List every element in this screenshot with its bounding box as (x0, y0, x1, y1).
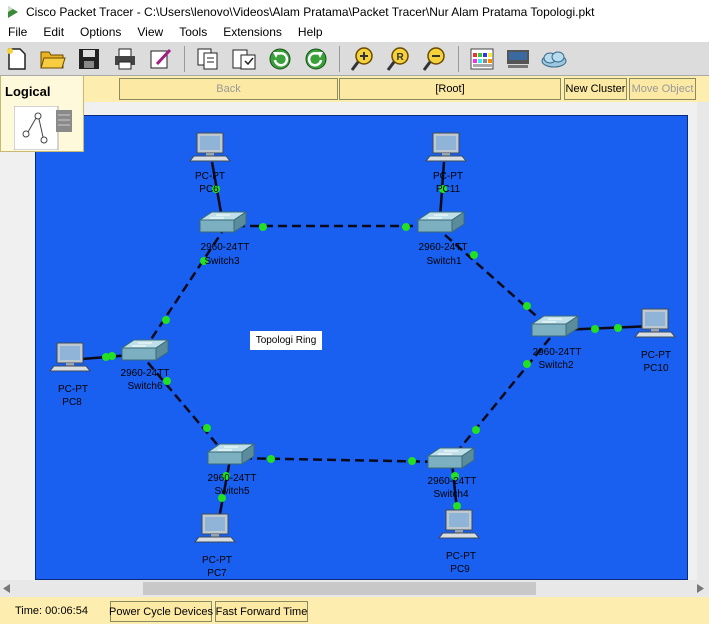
pc8[interactable]: PC-PT PC8 (49, 342, 91, 408)
link-light (408, 457, 416, 465)
device-model-label: PC-PT (202, 555, 232, 566)
pc10[interactable]: PC-PT PC10 (634, 308, 676, 374)
pc7[interactable]: PC-PT PC7 (194, 513, 236, 579)
device-name-label: PC8 (62, 397, 82, 408)
network-topology: 2960-24TT Switch3 2960-24TT Switch1 2960… (49, 132, 676, 579)
topology-note-label[interactable]: Topologi Ring (250, 331, 322, 350)
fast-forward-time-button[interactable]: Fast Forward Time (215, 601, 308, 622)
bottom-panel-strip (0, 624, 709, 630)
device-name-label: PC10 (643, 363, 668, 374)
device-model-label: 2960-24TT (208, 473, 257, 484)
device-model-label: PC-PT (195, 171, 225, 182)
link-light (470, 251, 478, 259)
device-name-label: Switch4 (433, 489, 468, 500)
link-light (162, 316, 170, 324)
device-name-label: PC7 (207, 568, 227, 579)
device-model-label: 2960-24TT (121, 368, 170, 379)
link-light (453, 502, 461, 510)
device-model-label: PC-PT (58, 384, 88, 395)
link-light (591, 325, 599, 333)
device-name-label: Switch5 (214, 486, 249, 497)
link-light (267, 455, 275, 463)
simulation-time: Time: 00:06:54 (15, 605, 88, 617)
link-light (108, 352, 116, 360)
power-cycle-devices-button[interactable]: Power Cycle Devices (109, 601, 213, 622)
horizontal-scroll-thumb[interactable] (143, 582, 536, 595)
device-model-label: PC-PT (433, 171, 463, 182)
pc11[interactable]: PC-PT PC11 (425, 132, 467, 195)
pc6[interactable]: PC-PT PC6 (189, 132, 231, 195)
device-name-label: Switch6 (127, 381, 162, 392)
device-model-label: 2960-24TT (419, 242, 468, 253)
device-model-label: 2960-24TT (428, 476, 477, 487)
switch1[interactable]: 2960-24TT Switch1 (417, 211, 468, 267)
status-bar (0, 597, 709, 624)
link-light (402, 223, 410, 231)
link-light (203, 424, 211, 432)
device-name-label: Switch1 (426, 256, 461, 267)
device-name-label: PC6 (199, 184, 219, 195)
device-name-label: PC11 (436, 184, 461, 195)
device-model-label: 2960-24TT (201, 242, 250, 253)
switch5[interactable]: 2960-24TT Switch5 (207, 443, 257, 497)
switch2[interactable]: 2960-24TT Switch2 (531, 315, 582, 371)
link-light (523, 302, 531, 310)
device-model-label: PC-PT (446, 551, 476, 562)
link-light (614, 324, 622, 332)
switch3[interactable]: 2960-24TT Switch3 (199, 211, 250, 267)
switch6[interactable]: 2960-24TT Switch6 (121, 339, 170, 392)
device-model-label: 2960-24TT (533, 347, 582, 358)
device-model-label: PC-PT (641, 350, 671, 361)
link-light (472, 426, 480, 434)
link-light (523, 360, 531, 368)
scroll-right-icon[interactable] (697, 584, 705, 593)
link-light (259, 223, 267, 231)
device-name-label: Switch3 (204, 256, 239, 267)
pc9[interactable]: PC-PT PC9 (438, 509, 480, 575)
device-name-label: Switch2 (538, 360, 573, 371)
device-name-label: PC9 (450, 564, 470, 575)
scroll-left-icon[interactable] (3, 584, 11, 593)
vertical-scrollbar[interactable] (697, 102, 709, 580)
